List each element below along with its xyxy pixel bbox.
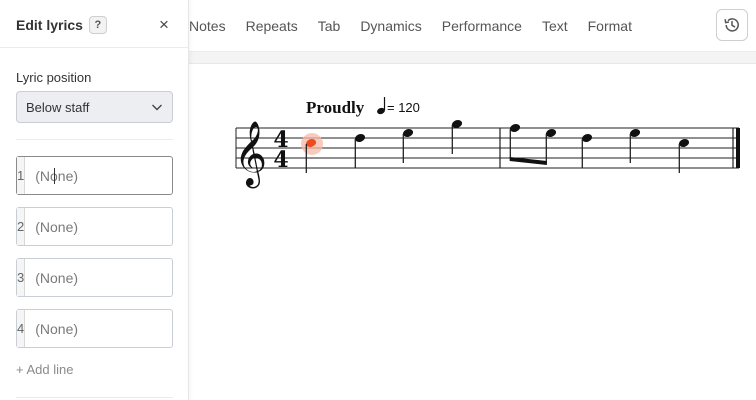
panel-header: Edit lyrics ? × [16,15,172,35]
lyric-line-input[interactable] [25,259,217,296]
panel-divider [16,397,173,398]
tab-notes[interactable]: Notes [189,18,236,34]
add-line-button[interactable]: + Add line [16,362,73,377]
note[interactable] [354,133,366,168]
chevron-down-icon [152,104,162,111]
tab-performance[interactable]: Performance [442,18,532,34]
tab-tab[interactable]: Tab [318,18,351,34]
panel-divider [16,139,173,140]
score-svg: Proudly = 120 𝄞 4 4 [234,97,740,188]
lyric-line-4: 4 [16,309,217,348]
tempo-quarter-note-icon [377,97,386,115]
lyric-line-number: 2 [17,208,26,245]
treble-clef-icon: 𝄞 [234,121,267,188]
edit-lyrics-panel: Edit lyrics ? × Lyric position Below sta… [0,0,217,400]
tempo-text: Proudly [306,98,365,117]
tab-format[interactable]: Format [588,18,642,34]
tab-dynamics[interactable]: Dynamics [360,18,431,34]
lyric-line-number: 4 [17,310,26,347]
lyric-position-select[interactable]: Below staff [16,91,173,123]
app-page: Notes Repeats Tab Dynamics Performance T… [0,0,756,400]
score-canvas[interactable]: Proudly = 120 𝄞 4 4 [189,64,756,400]
lyric-line-1: 1 [16,156,217,195]
tab-repeats[interactable]: Repeats [246,18,308,34]
lyric-line-3: 3 [16,258,217,297]
beamed-eighth-notes[interactable] [509,123,557,165]
lyric-line-input[interactable] [25,208,217,245]
toolbar-tabs: Notes Repeats Tab Dynamics Performance T… [189,0,652,52]
help-button[interactable]: ? [88,16,107,34]
note[interactable] [581,133,593,168]
history-icon [724,18,739,32]
lyric-position-label: Lyric position [16,70,92,85]
note[interactable] [451,119,463,154]
tab-text[interactable]: Text [542,18,578,34]
time-signature-bottom: 4 [273,147,288,173]
lyric-line-number: 3 [17,259,26,296]
score-top-band [189,52,756,64]
text-caret [54,168,55,184]
history-button[interactable] [716,9,748,41]
close-button[interactable]: × [156,15,172,35]
panel-title: Edit lyrics [16,17,83,33]
panel-divider [0,47,189,48]
lyric-line-2: 2 [16,207,217,246]
lyric-line-number: 1 [17,157,26,194]
tempo-value: = 120 [387,100,420,115]
lyric-line-input[interactable] [25,310,217,347]
lyric-position-value: Below staff [26,99,90,115]
